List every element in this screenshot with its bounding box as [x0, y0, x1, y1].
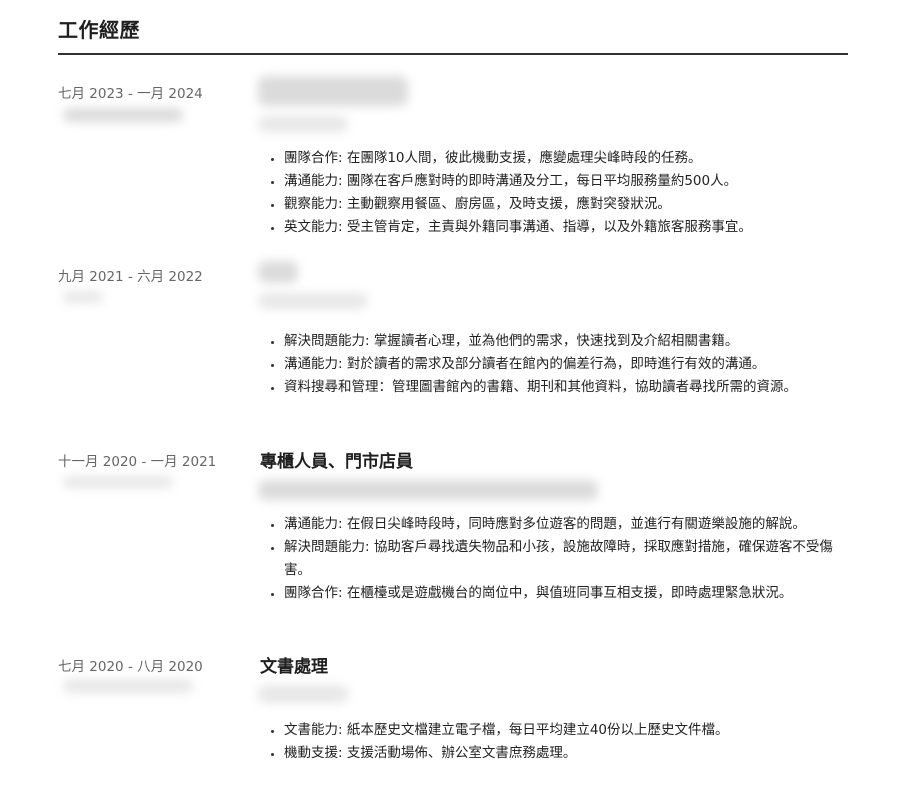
- responsibility-list: 溝通能力: 在假日尖峰時段時，同時應對多位遊客的問題，並進行有關遊樂設施的解說。…: [264, 513, 852, 605]
- redacted-employer: [63, 679, 193, 693]
- list-item: 溝通能力: 團隊在客戶應對時的即時溝通及分工，每日平均服務量約500人。: [284, 170, 852, 193]
- list-item: 團隊合作: 在櫃檯或是遊戲機台的崗位中，與值班同事互相支援，即時處理緊急狀況。: [284, 582, 852, 605]
- entry-date: 十一月 2020 - 一月 2021: [58, 454, 217, 470]
- list-item: 解決問題能力: 掌握讀者心理，並為他們的需求，快速找到及介紹相關書籍。: [284, 330, 852, 353]
- redacted-employer: [63, 108, 183, 122]
- redacted-company: [258, 293, 368, 309]
- redacted-employer: [63, 291, 103, 303]
- section-title: 工作經歷: [58, 18, 140, 42]
- entry-date: 七月 2020 - 八月 2020: [58, 659, 203, 675]
- list-item: 溝通能力: 對於讀者的需求及部分讀者在館內的偏差行為，即時進行有效的溝通。: [284, 353, 852, 376]
- responsibility-list: 團隊合作: 在團隊10人間，彼此機動支援，應變處理尖峰時段的任務。 溝通能力: …: [264, 147, 852, 239]
- redacted-company: [258, 480, 598, 500]
- list-item: 觀察能力: 主動觀察用餐區、廚房區，及時支援，應對突發狀況。: [284, 193, 852, 216]
- redacted-company: [258, 685, 348, 703]
- redacted-job-title: [258, 76, 408, 106]
- list-item: 解決問題能力: 協助客戶尋找遺失物品和小孩，設施故障時，採取應對措施，確保遊客不…: [284, 536, 852, 582]
- redacted-job-title: [258, 261, 298, 283]
- list-item: 機動支援: 支援活動場佈、辦公室文書庶務處理。: [284, 742, 852, 765]
- list-item: 文書能力: 紙本歷史文檔建立電子檔，每日平均建立40份以上歷史文件檔。: [284, 719, 852, 742]
- section-divider: [58, 53, 848, 55]
- entry-date: 七月 2023 - 一月 2024: [58, 86, 203, 102]
- list-item: 英文能力: 受主管肯定，主責與外籍同事溝通、指導，以及外籍旅客服務事宜。: [284, 216, 852, 239]
- job-title: 文書處理: [260, 657, 328, 677]
- list-item: 溝通能力: 在假日尖峰時段時，同時應對多位遊客的問題，並進行有關遊樂設施的解說。: [284, 513, 852, 536]
- responsibility-list: 文書能力: 紙本歷史文檔建立電子檔，每日平均建立40份以上歷史文件檔。 機動支援…: [264, 719, 852, 765]
- job-title: 專櫃人員、門市店員: [260, 452, 413, 472]
- redacted-employer: [63, 476, 173, 488]
- responsibility-list: 解決問題能力: 掌握讀者心理，並為他們的需求，快速找到及介紹相關書籍。 溝通能力…: [264, 330, 852, 399]
- list-item: 團隊合作: 在團隊10人間，彼此機動支援，應變處理尖峰時段的任務。: [284, 147, 852, 170]
- entry-date: 九月 2021 - 六月 2022: [58, 269, 203, 285]
- redacted-company: [258, 116, 348, 132]
- list-item: 資料搜尋和管理：管理圖書館內的書籍、期刊和其他資料，協助讀者尋找所需的資源。: [284, 376, 852, 399]
